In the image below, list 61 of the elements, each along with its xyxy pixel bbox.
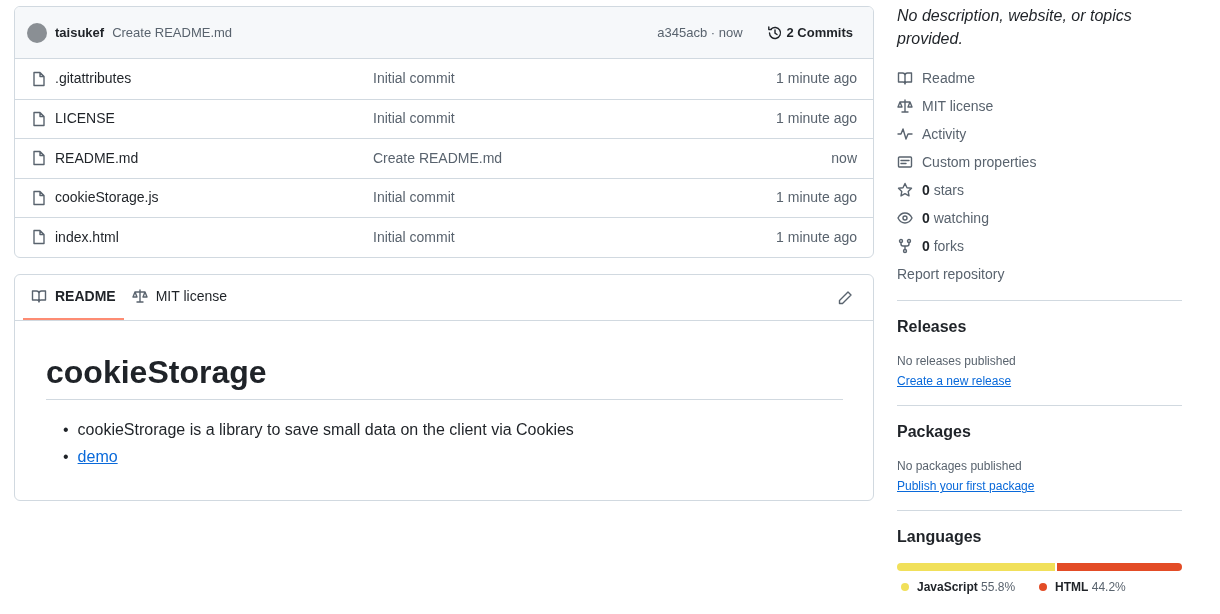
fork-icon <box>897 238 913 254</box>
note-icon <box>897 154 913 170</box>
language-link[interactable]: JavaScript 55.8% <box>901 577 1016 596</box>
section-title: Releases <box>897 317 968 337</box>
file-icon <box>31 189 47 206</box>
about-link[interactable]: 0 forks <box>897 232 1182 260</box>
about-link[interactable]: 0 watching <box>897 204 1182 232</box>
file-time: 1 minute ago <box>776 188 857 208</box>
about-link[interactable]: MIT license <box>897 92 1182 120</box>
star-icon <box>897 182 913 198</box>
history-icon <box>766 24 783 41</box>
file-name[interactable]: LICENSE <box>55 108 373 130</box>
file-icon <box>31 229 47 246</box>
file-icon <box>31 150 47 167</box>
section-title: Languages <box>897 527 983 547</box>
eye-icon <box>897 210 913 226</box>
file-icon <box>31 110 47 127</box>
file-time: 1 minute ago <box>776 69 857 89</box>
about-link[interactable]: Custom properties <box>897 148 1182 176</box>
scale-icon <box>897 98 913 114</box>
file-name[interactable]: README.md <box>55 147 373 169</box>
file-name[interactable]: index.html <box>55 226 373 248</box>
file-name[interactable]: cookieStorage.js <box>55 187 373 209</box>
section-title: Packages <box>897 422 972 442</box>
author-link[interactable]: taisukef <box>55 22 105 43</box>
file-icon <box>31 70 47 87</box>
section-note: No packages published <box>897 458 1023 476</box>
scale-icon <box>131 288 148 304</box>
about-link[interactable]: 0 stars <box>897 176 1182 204</box>
commit-hash-time[interactable]: a345acb · now <box>657 22 743 43</box>
file-time: 1 minute ago <box>776 109 857 129</box>
commit-message[interactable]: Initial commit <box>373 187 777 209</box>
bullet-marker: • <box>63 446 69 467</box>
book-icon <box>31 288 47 304</box>
readme-tab[interactable]: README <box>23 274 124 320</box>
commit-message[interactable]: Create README.md <box>112 22 233 43</box>
commit-message[interactable]: Initial commit <box>373 226 777 248</box>
pencil-icon <box>837 289 853 306</box>
section-link[interactable]: Create a new release <box>897 374 1012 389</box>
file-time: 1 minute ago <box>776 227 857 247</box>
pulse-icon <box>897 126 913 142</box>
bullet-marker: • <box>63 419 69 440</box>
language-link[interactable]: HTML 44.2% <box>1039 577 1126 596</box>
section-note: No releases published <box>897 353 1017 371</box>
demo-link[interactable]: demo <box>77 442 118 470</box>
commit-message[interactable]: Initial commit <box>373 68 777 90</box>
section-link[interactable]: Publish your first package <box>897 479 1035 494</box>
avatar[interactable] <box>27 22 47 43</box>
readme-text: cookieStrorage is a library to save small data on the client via Cookies <box>77 419 574 440</box>
commit-message[interactable]: Create README.md <box>373 147 832 169</box>
about-description: No description, website, or topics provided. <box>897 6 1133 49</box>
about-link[interactable]: Activity <box>897 120 1182 148</box>
commits-link[interactable]: 2 Commits <box>766 22 853 43</box>
report-link[interactable]: Report repository <box>897 260 1182 288</box>
about-link[interactable]: Readme <box>897 64 1182 92</box>
book-icon <box>897 70 913 86</box>
readme-tab[interactable]: MIT license <box>123 274 235 320</box>
commit-message[interactable]: Initial commit <box>373 108 777 130</box>
readme-heading: cookieStorage <box>46 352 843 400</box>
file-time: now <box>831 148 857 168</box>
file-name[interactable]: .gitattributes <box>55 68 373 90</box>
